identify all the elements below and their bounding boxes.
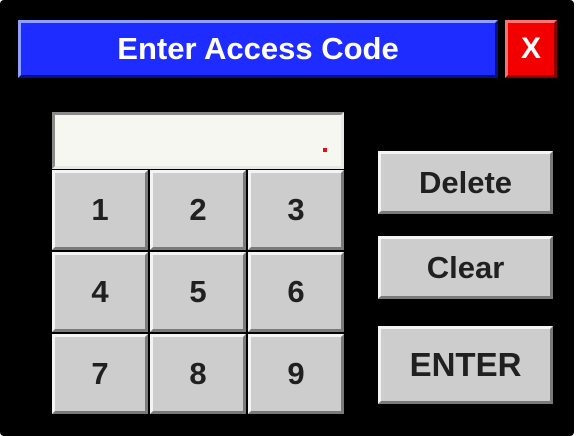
keypad-key-4[interactable]: 4 [52, 252, 148, 332]
keypad-key-3[interactable]: 3 [248, 170, 344, 250]
keypad-key-8[interactable]: 8 [150, 334, 246, 414]
keypad-key-9[interactable]: 9 [248, 334, 344, 414]
keypad-key-5[interactable]: 5 [150, 252, 246, 332]
keypad-key-6[interactable]: 6 [248, 252, 344, 332]
delete-button[interactable]: Delete [378, 151, 553, 214]
access-code-dialog: Enter Access Code X 1 2 3 4 5 6 7 8 9 De… [0, 0, 574, 436]
keypad-key-7[interactable]: 7 [52, 334, 148, 414]
text-cursor-indicator [323, 148, 327, 152]
dialog-title: Enter Access Code [18, 20, 498, 78]
keypad-key-2[interactable]: 2 [150, 170, 246, 250]
close-button[interactable]: X [505, 20, 557, 78]
code-display-field[interactable] [52, 112, 344, 169]
clear-button[interactable]: Clear [378, 236, 553, 299]
keypad-key-1[interactable]: 1 [52, 170, 148, 250]
enter-button[interactable]: ENTER [378, 326, 553, 404]
